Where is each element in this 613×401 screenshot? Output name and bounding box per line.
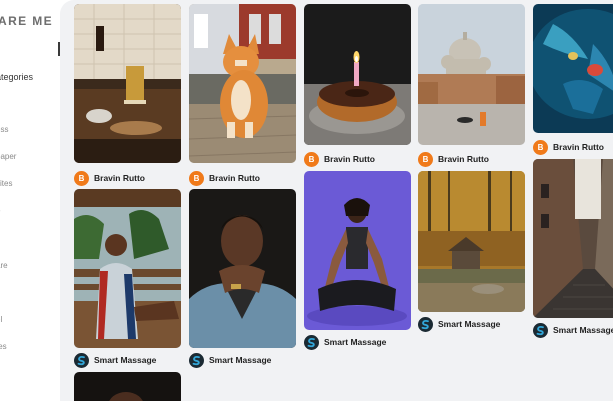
author-avatar: B	[304, 151, 319, 167]
brand-logo[interactable]: ARE ME	[0, 14, 53, 28]
author-name: Smart Massage	[553, 325, 613, 335]
author-bravin-rutto[interactable]: B Bravin Rutto	[418, 151, 489, 167]
sidebar-item-8[interactable]: tes	[0, 342, 7, 351]
author-name: Bravin Rutto	[438, 154, 489, 164]
sidebar-item-3[interactable]: sites	[0, 179, 12, 188]
sidebar-categories-label[interactable]: ategories	[0, 72, 33, 82]
author-bravin-rutto[interactable]: B Bravin Rutto	[189, 170, 260, 186]
author-bravin-rutto[interactable]: B Bravin Rutto	[74, 170, 145, 186]
author-name: Smart Massage	[324, 337, 387, 347]
photo-meditation[interactable]	[304, 171, 411, 330]
author-bravin-rutto[interactable]: B Bravin Rutto	[304, 151, 375, 167]
photo-donut[interactable]	[304, 4, 411, 145]
author-avatar	[304, 334, 319, 350]
sidebar: ARE ME ategories ess paper sites o l are…	[0, 0, 60, 401]
author-name: Smart Massage	[438, 319, 501, 329]
photo-orange-cat[interactable]	[189, 4, 296, 163]
photo-man-bench[interactable]	[74, 189, 181, 348]
author-smart-massage[interactable]: Smart Massage	[74, 352, 156, 368]
sidebar-item-7[interactable]: el	[0, 315, 2, 324]
photo-fantasy-creature[interactable]	[533, 4, 613, 133]
photo-man-portrait[interactable]	[189, 189, 296, 348]
author-avatar: B	[74, 170, 89, 186]
author-name: Bravin Rutto	[209, 173, 260, 183]
author-name: Smart Massage	[94, 355, 157, 365]
author-smart-massage[interactable]: Smart Massage	[304, 334, 386, 350]
photo-forest-cabin[interactable]	[418, 171, 525, 312]
author-avatar	[74, 352, 89, 368]
author-avatar	[189, 352, 204, 368]
photo-city-alley[interactable]	[533, 159, 613, 318]
author-name: Smart Massage	[209, 355, 272, 365]
author-avatar: B	[189, 170, 204, 186]
author-smart-massage[interactable]: Smart Massage	[418, 316, 500, 332]
photo-kitchen[interactable]	[74, 4, 181, 163]
author-name: Bravin Rutto	[553, 142, 604, 152]
author-avatar	[533, 322, 548, 338]
author-smart-massage[interactable]: Smart Massage	[189, 352, 271, 368]
author-bravin-rutto[interactable]: B Bravin Rutto	[533, 139, 604, 155]
author-avatar: B	[418, 151, 433, 167]
author-avatar: B	[533, 139, 548, 155]
author-smart-massage[interactable]: Smart Massage	[533, 322, 613, 338]
gallery-area: B Bravin Rutto Smart Massage B Bravin Ru…	[60, 0, 613, 401]
author-avatar	[418, 316, 433, 332]
sidebar-item-1[interactable]: ess	[0, 125, 8, 134]
photo-portrait-partial[interactable]	[74, 372, 181, 401]
sidebar-item-2[interactable]: paper	[0, 152, 16, 161]
sidebar-item-6[interactable]: are	[0, 261, 8, 270]
author-name: Bravin Rutto	[94, 173, 145, 183]
photo-venice[interactable]	[418, 4, 525, 145]
author-name: Bravin Rutto	[324, 154, 375, 164]
